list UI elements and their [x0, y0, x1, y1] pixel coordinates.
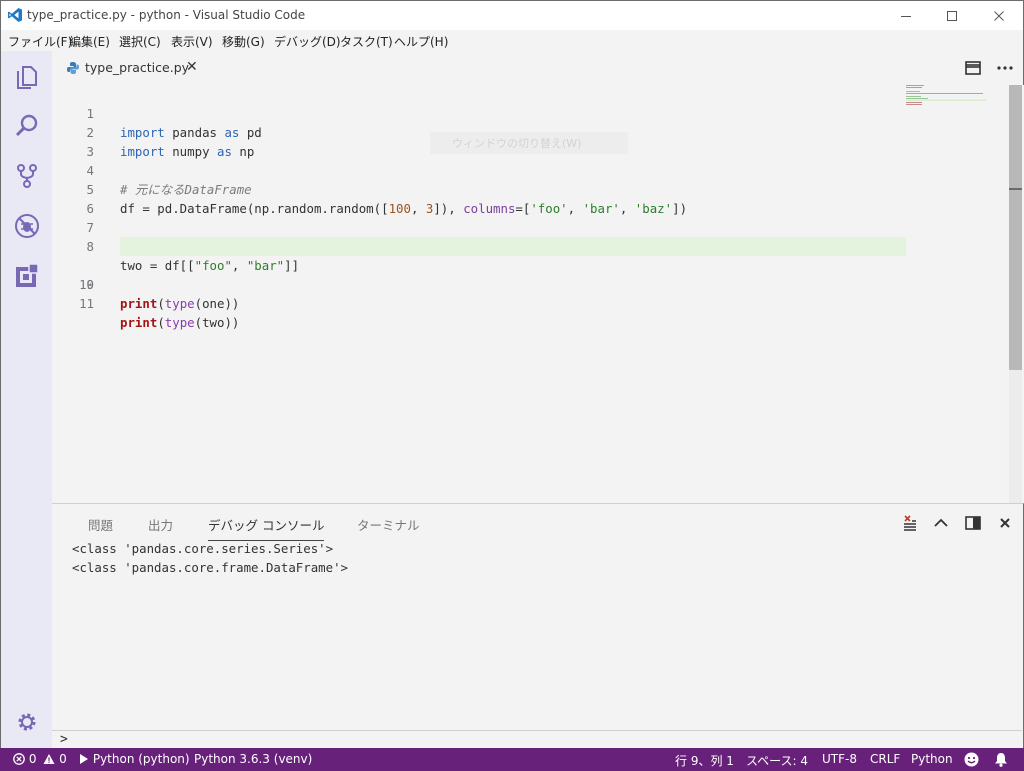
- bottom-panel: 問題 出力 デバッグ コンソール ターミナル <class 'pandas.co…: [52, 503, 1024, 749]
- cursor-position-status[interactable]: 行 9、列 1: [675, 752, 734, 769]
- close-window-button[interactable]: [976, 1, 1022, 31]
- code-line: 5 df = pd.DataFrame(np.random.random([10…: [52, 161, 1010, 216]
- menu-selection[interactable]: 選択(C): [119, 33, 161, 50]
- close-icon: [994, 11, 1004, 21]
- code-text: print(type(two)): [120, 315, 240, 330]
- extensions-icon[interactable]: [14, 263, 40, 289]
- problems-status[interactable]: 0 0: [13, 752, 67, 766]
- explorer-icon[interactable]: [14, 63, 40, 89]
- repl-prompt: >: [60, 732, 68, 747]
- gear-icon[interactable]: [16, 711, 38, 733]
- maximize-button[interactable]: [929, 1, 975, 31]
- debug-icon[interactable]: [14, 213, 40, 239]
- play-icon: [80, 754, 88, 764]
- window-title: type_practice.py - python - Visual Studi…: [27, 8, 306, 22]
- maximize-icon: [947, 11, 957, 21]
- debug-config-label: Python (python): [92, 752, 190, 766]
- code-line: 1 import pandas as pd: [52, 85, 1010, 140]
- error-icon: [13, 753, 25, 765]
- code-text: print(type(one)): [120, 296, 240, 311]
- tab-output[interactable]: 出力: [148, 515, 173, 534]
- minimize-icon: [901, 16, 911, 17]
- minimap[interactable]: [906, 85, 986, 115]
- status-bar: 0 0 Python (python) Python 3.6.3 (venv) …: [0, 748, 1024, 771]
- current-line: 9: [52, 237, 1010, 292]
- console-output-line: <class 'pandas.core.frame.DataFrame'>: [72, 560, 349, 575]
- menu-help[interactable]: ヘルプ(H): [394, 33, 448, 50]
- code-line: 6: [52, 180, 1010, 216]
- more-actions-icon[interactable]: [996, 59, 1014, 77]
- menu-view[interactable]: 表示(V): [171, 33, 213, 50]
- error-count: 0: [28, 752, 37, 766]
- debug-repl-input[interactable]: >: [52, 730, 1022, 749]
- source-control-icon[interactable]: [14, 163, 40, 189]
- language-status[interactable]: Python: [911, 752, 953, 766]
- code-line: 11 print(type(two)): [52, 275, 1010, 330]
- code-line: 10 print(type(one)): [52, 256, 1010, 311]
- scrollbar-thumb[interactable]: [1009, 85, 1022, 370]
- smiley-icon[interactable]: [964, 752, 979, 767]
- search-icon[interactable]: [14, 113, 40, 139]
- tab-type-practice[interactable]: type_practice.py ✕: [52, 51, 208, 85]
- code-line: 8 two = df[["foo", "bar"]]: [52, 218, 1010, 273]
- clear-console-icon[interactable]: [901, 514, 919, 532]
- tab-debug-console[interactable]: デバッグ コンソール: [208, 515, 325, 541]
- indentation-status[interactable]: スペース: 4: [746, 752, 808, 769]
- menu-bar: ファイル(F) 編集(E) 選択(C) 表示(V) 移動(G) デバッグ(D) …: [0, 30, 1024, 51]
- minimize-button[interactable]: [883, 1, 929, 31]
- console-output-line: <class 'pandas.core.series.Series'>: [72, 541, 334, 556]
- warning-count: 0: [59, 752, 67, 766]
- vscode-logo-icon: [8, 8, 22, 22]
- activity-bar: [0, 51, 52, 748]
- code-line: 2 import numpy as np: [52, 104, 1010, 159]
- menu-file[interactable]: ファイル(F): [8, 33, 72, 50]
- window-switch-overlay: ウィンドウの切り替え(W): [430, 132, 628, 154]
- cursor-marker: [1009, 188, 1022, 190]
- tab-terminal[interactable]: ターミナル: [357, 515, 420, 534]
- tab-label: type_practice.py: [85, 60, 190, 75]
- menu-edit[interactable]: 編集(E): [69, 33, 110, 50]
- debug-config-status[interactable]: Python (python): [79, 752, 190, 766]
- eol-status[interactable]: CRLF: [870, 752, 900, 766]
- line-number: 11: [79, 296, 94, 311]
- editor-tabs-bar: type_practice.py ✕: [52, 51, 1024, 85]
- panel-layout-icon[interactable]: [964, 514, 982, 532]
- interpreter-status[interactable]: Python 3.6.3 (venv): [194, 752, 312, 766]
- menu-tasks[interactable]: タスク(T): [340, 33, 393, 50]
- editor-scrollbar[interactable]: [1009, 85, 1022, 503]
- encoding-status[interactable]: UTF-8: [822, 752, 857, 766]
- warning-icon: [43, 754, 55, 764]
- current-line-highlight: [120, 237, 906, 256]
- title-bar: type_practice.py - python - Visual Studi…: [0, 0, 1024, 30]
- chevron-up-icon[interactable]: [932, 514, 950, 532]
- menu-go[interactable]: 移動(G): [222, 33, 265, 50]
- close-panel-icon[interactable]: [996, 514, 1014, 532]
- bell-icon[interactable]: [994, 752, 1008, 767]
- tab-close-button[interactable]: ✕: [186, 59, 198, 75]
- python-file-icon: [67, 62, 79, 74]
- split-editor-icon[interactable]: [964, 59, 982, 77]
- code-line: 7 one = df["foo"]: [52, 199, 1010, 254]
- menu-debug[interactable]: デバッグ(D): [274, 33, 341, 50]
- tab-problems[interactable]: 問題: [88, 515, 113, 534]
